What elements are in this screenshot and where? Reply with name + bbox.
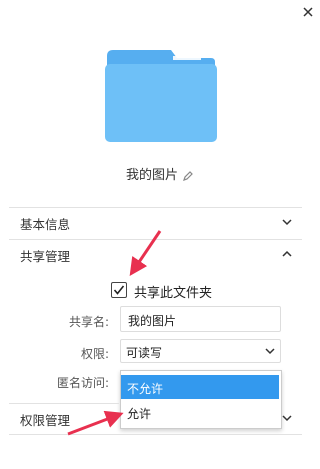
section-title: 权限管理 (20, 413, 71, 428)
share-folder-label[interactable]: 共享此文件夹 (134, 282, 212, 301)
chevron-down-icon (282, 219, 292, 226)
chevron-down-icon (282, 415, 292, 422)
section-permission-management[interactable]: 权限管理 (0, 403, 118, 433)
permission-select-value: 可读写 (126, 346, 163, 360)
permission-select[interactable]: 可读写 (120, 339, 281, 363)
pencil-icon[interactable] (182, 170, 194, 182)
section-title: 基本信息 (20, 217, 71, 232)
chevron-up-icon (282, 250, 292, 257)
close-icon[interactable] (300, 4, 316, 20)
share-name-label: 共享名: (68, 315, 109, 329)
anonymous-access-label: 匿名访问: (56, 376, 109, 390)
anonymous-access-dropdown[interactable]: 不允许 允许 (120, 370, 282, 429)
divider (9, 434, 302, 435)
permission-label: 权限: (80, 347, 109, 361)
share-folder-checkbox[interactable] (111, 282, 127, 298)
folder-name: 我的图片 (0, 164, 320, 183)
section-title: 共享管理 (20, 249, 71, 264)
share-name-input[interactable]: 我的图片 (120, 306, 281, 332)
option-allow[interactable]: 允许 (121, 400, 279, 424)
folder-icon (105, 50, 217, 142)
option-disallow[interactable]: 不允许 (121, 375, 279, 399)
section-share-management[interactable]: 共享管理 (0, 239, 320, 269)
check-icon (113, 285, 125, 295)
section-basic-info[interactable]: 基本信息 (0, 207, 320, 237)
chevron-down-icon (265, 348, 275, 355)
folder-name-text: 我的图片 (125, 168, 178, 183)
